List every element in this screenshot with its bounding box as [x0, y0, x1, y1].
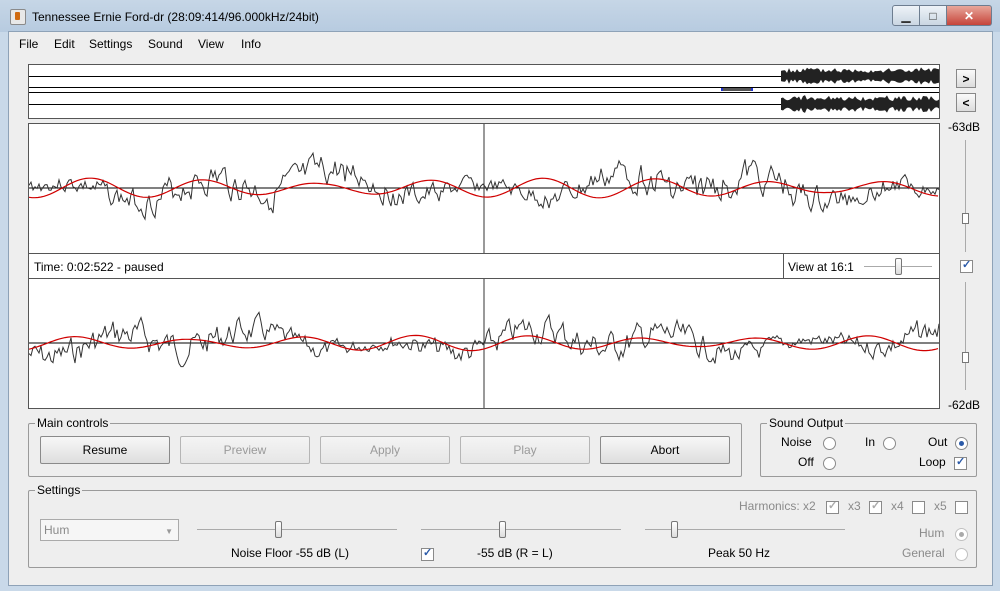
maximize-button[interactable]: □: [920, 5, 947, 26]
sound-output-title: Sound Output: [767, 416, 846, 430]
noise-radio[interactable]: [823, 437, 836, 450]
client-area: File Edit Settings Sound View Info > < -…: [8, 31, 993, 586]
harmonic-x5-checkbox[interactable]: [955, 501, 968, 514]
next-button[interactable]: >: [956, 69, 976, 88]
left-channel-plot: [29, 124, 939, 253]
loop-checkbox[interactable]: ✓: [954, 456, 967, 470]
level-link-checkbox[interactable]: ✓: [421, 547, 434, 561]
play-button[interactable]: Play: [460, 436, 590, 464]
off-radio[interactable]: [823, 457, 836, 470]
right-channel-plot: [29, 279, 939, 408]
app-window: Tennessee Ernie Ford-dr (28:09:414/96.00…: [0, 0, 1000, 591]
in-radio[interactable]: [883, 437, 896, 450]
harmonic-x4-checkbox[interactable]: [912, 501, 925, 514]
menu-sound[interactable]: Sound: [148, 37, 183, 51]
x3-label: x3: [848, 499, 861, 513]
zoom-slider-thumb[interactable]: [895, 258, 902, 275]
hum-radio[interactable]: [955, 528, 968, 541]
noise-floor-slider[interactable]: [197, 529, 397, 530]
noise-floor-label: Noise Floor -55 dB (L): [231, 546, 350, 560]
main-controls-title: Main controls: [35, 416, 111, 430]
out-label: Out: [928, 435, 948, 449]
top-level-slider[interactable]: [965, 140, 966, 252]
time-status-bar: Time: 0:02:522 - paused: [28, 253, 784, 279]
right-channel-waveform-view[interactable]: [28, 278, 940, 409]
minimize-button[interactable]: ▁: [892, 5, 920, 26]
menu-file[interactable]: File: [19, 37, 38, 51]
menu-info[interactable]: Info: [241, 37, 261, 51]
loop-label: Loop: [919, 455, 946, 469]
general-label: General: [902, 546, 945, 560]
apply-button[interactable]: Apply: [320, 436, 450, 464]
mode-combo[interactable]: Hum ▼: [40, 519, 179, 541]
level-label: -55 dB (R = L): [477, 546, 553, 560]
peak-slider-thumb[interactable]: [671, 521, 678, 538]
in-label: In: [865, 435, 876, 449]
bottom-level-label: -62dB: [948, 398, 981, 412]
preview-button[interactable]: Preview: [180, 436, 310, 464]
menu-view[interactable]: View: [198, 37, 224, 51]
view-zoom-panel: View at 16:1: [783, 253, 940, 279]
x4-label: x4: [891, 499, 904, 513]
top-level-label: -63dB: [948, 120, 981, 134]
mode-combo-value: Hum: [44, 523, 70, 537]
general-radio[interactable]: [955, 548, 968, 561]
harmonic-x3-checkbox[interactable]: ✓: [869, 500, 882, 514]
hum-label: Hum: [919, 526, 945, 540]
view-zoom-text: View at 16:1: [788, 260, 854, 274]
harmonics-label: Harmonics: x2: [739, 499, 816, 513]
java-app-icon: [10, 9, 26, 25]
menu-settings[interactable]: Settings: [89, 37, 132, 51]
prev-button[interactable]: <: [956, 93, 976, 112]
sound-output-group: Sound Output Noise In Out Off Loop ✓: [760, 416, 977, 477]
settings-group: Settings Hum ▼ Harmonics: x2 ✓ x3 ✓ x4 x…: [28, 483, 977, 568]
noise-floor-slider-thumb[interactable]: [275, 521, 282, 538]
main-controls-group: Main controls Resume Preview Apply Play …: [28, 416, 742, 477]
harmonic-x2-checkbox[interactable]: ✓: [826, 500, 839, 514]
abort-button[interactable]: Abort: [600, 436, 730, 464]
bottom-level-slider[interactable]: [965, 282, 966, 390]
close-button[interactable]: ✕: [947, 5, 992, 26]
peak-label: Peak 50 Hz: [708, 546, 771, 560]
overview-strip[interactable]: [28, 64, 940, 119]
sync-checkbox[interactable]: ✓: [960, 259, 973, 273]
bottom-level-slider-thumb[interactable]: [962, 352, 969, 363]
settings-title: Settings: [35, 483, 83, 497]
off-label: Off: [798, 455, 814, 469]
out-radio[interactable]: [955, 437, 968, 450]
time-status-text: Time: 0:02:522 - paused: [34, 260, 164, 274]
overview-waveform: [781, 67, 939, 113]
menu-edit[interactable]: Edit: [54, 37, 75, 51]
window-title: Tennessee Ernie Ford-dr (28:09:414/96.00…: [32, 10, 319, 24]
menu-bar: File Edit Settings Sound View Info: [9, 32, 992, 54]
title-bar[interactable]: Tennessee Ernie Ford-dr (28:09:414/96.00…: [0, 0, 1000, 32]
top-level-slider-thumb[interactable]: [962, 213, 969, 224]
level-slider-thumb[interactable]: [499, 521, 506, 538]
x5-label: x5: [934, 499, 947, 513]
noise-label: Noise: [781, 435, 812, 449]
resume-button[interactable]: Resume: [40, 436, 170, 464]
level-slider[interactable]: [421, 529, 621, 530]
left-channel-waveform-view[interactable]: [28, 123, 940, 254]
chevron-down-icon: ▼: [165, 527, 173, 536]
